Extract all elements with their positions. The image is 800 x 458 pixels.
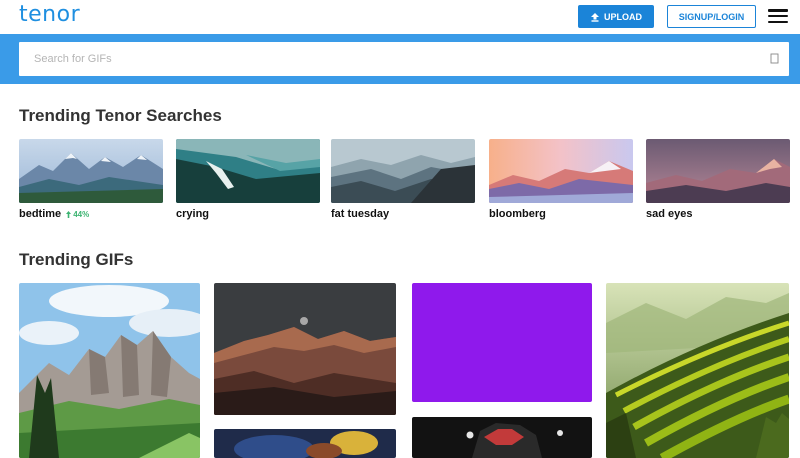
- search-thumbnail: [331, 139, 475, 203]
- upload-button-label: UPLOAD: [604, 11, 642, 22]
- search-term: crying: [176, 208, 210, 220]
- trend-up-icon: [66, 210, 72, 218]
- search-term: bloomberg: [489, 208, 546, 220]
- trending-searches-title: Trending Tenor Searches: [19, 106, 222, 125]
- search-input[interactable]: [19, 42, 759, 76]
- upload-icon: [591, 12, 599, 22]
- search-thumbnail: [489, 139, 633, 203]
- search-thumbnail: [646, 139, 790, 203]
- trending-gifs-title: Trending GIFs: [19, 250, 134, 269]
- search-label-row: fat tuesday: [331, 208, 475, 220]
- upload-button[interactable]: UPLOAD: [578, 5, 654, 28]
- search-box: [19, 42, 789, 76]
- trending-search-card[interactable]: bedtime 44%: [19, 139, 163, 220]
- search-term: bedtime: [19, 208, 62, 220]
- gif-item[interactable]: [412, 283, 592, 402]
- signup-login-button[interactable]: SIGNUP/LOGIN: [667, 5, 756, 28]
- trending-search-card[interactable]: crying: [176, 139, 320, 220]
- gif-item[interactable]: [412, 417, 592, 458]
- menu-icon[interactable]: [768, 8, 788, 24]
- search-thumbnail: [19, 139, 163, 203]
- search-icon[interactable]: [770, 53, 779, 64]
- search-label-row: sad eyes: [646, 208, 790, 220]
- trending-search-card[interactable]: sad eyes: [646, 139, 790, 220]
- search-band: [0, 34, 800, 84]
- gif-item[interactable]: [19, 283, 200, 458]
- tenor-logo[interactable]: tenor: [19, 2, 80, 27]
- gif-item[interactable]: [214, 283, 396, 415]
- search-label-row: bloomberg: [489, 208, 633, 220]
- search-label-row: crying: [176, 208, 320, 220]
- trending-search-card[interactable]: fat tuesday: [331, 139, 475, 220]
- trending-search-card[interactable]: bloomberg: [489, 139, 633, 220]
- gif-item[interactable]: [214, 429, 396, 458]
- search-term: sad eyes: [646, 208, 693, 220]
- trend-percent: 44%: [73, 209, 90, 219]
- search-label-row: bedtime 44%: [19, 208, 163, 220]
- trend-badge: 44%: [66, 210, 89, 219]
- search-term: fat tuesday: [331, 208, 390, 220]
- search-thumbnail: [176, 139, 320, 203]
- top-header: tenor UPLOAD SIGNUP/LOGIN: [0, 0, 800, 34]
- gif-item[interactable]: [606, 283, 789, 458]
